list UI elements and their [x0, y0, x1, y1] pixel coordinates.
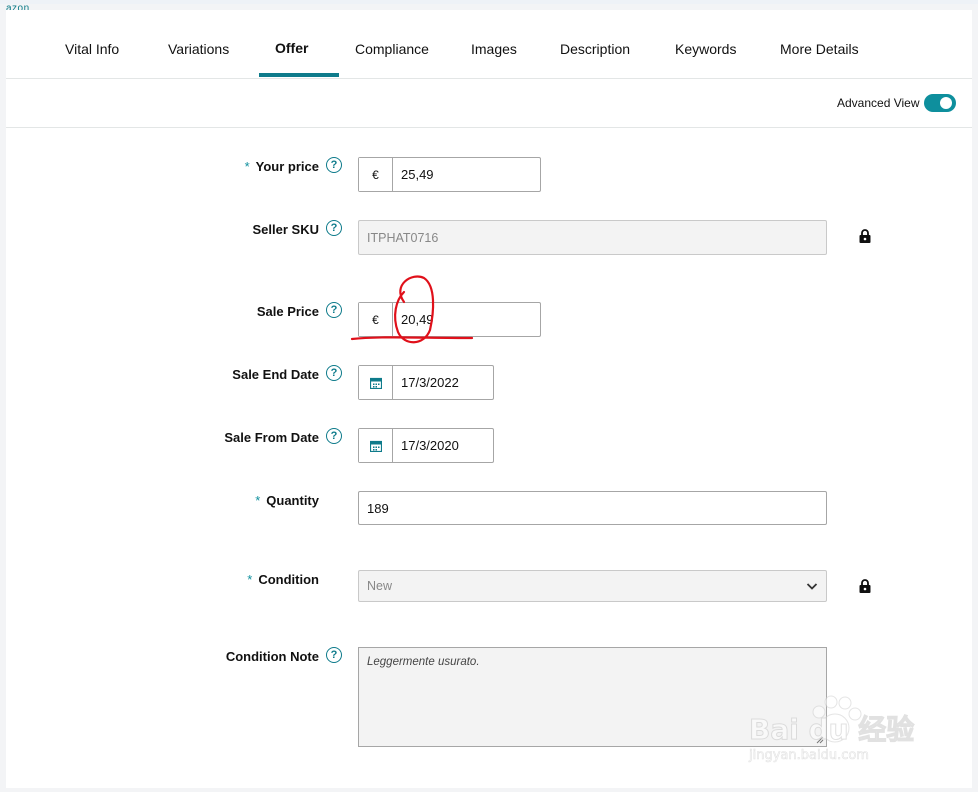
seller-sku-label: Seller SKU	[252, 222, 319, 237]
toggle-knob	[940, 97, 952, 109]
required-marker: *	[247, 572, 253, 587]
sale-from-date-field: 17/3/2020	[358, 428, 494, 463]
listing-form-card: Vital Info Variations Offer Compliance I…	[6, 10, 972, 788]
watermark-brand: Bai du 经验	[748, 713, 915, 747]
calendar-button[interactable]	[359, 366, 393, 399]
tab-images[interactable]: Images	[471, 41, 517, 57]
calendar-button[interactable]	[359, 429, 393, 462]
sale-end-date-field: 17/3/2022	[358, 365, 494, 400]
sale-end-date-label: Sale End Date	[232, 367, 319, 382]
tab-description[interactable]: Description	[560, 41, 630, 57]
tab-offer[interactable]: Offer	[275, 40, 308, 56]
seller-sku-field: ITPHAT0716	[358, 220, 827, 255]
sale-from-date-label: Sale From Date	[224, 430, 319, 445]
sale-price-input[interactable]: 20,49	[393, 303, 540, 336]
required-marker: *	[244, 159, 250, 174]
top-strip	[0, 0, 978, 4]
help-icon[interactable]: ?	[326, 157, 342, 173]
active-tab-indicator	[259, 73, 339, 77]
quantity-label: * Quantity	[255, 493, 319, 508]
sale-price-label: Sale Price	[256, 304, 319, 319]
help-icon[interactable]: ?	[326, 302, 342, 318]
chevron-down-icon	[806, 583, 818, 590]
your-price-input[interactable]: 25,49	[393, 158, 540, 191]
advanced-view-toggle[interactable]	[924, 94, 956, 112]
your-price-field: € 25,49	[358, 157, 541, 192]
tab-keywords[interactable]: Keywords	[675, 41, 736, 57]
help-icon[interactable]: ?	[326, 647, 342, 663]
help-icon[interactable]: ?	[326, 365, 342, 381]
calendar-icon	[369, 440, 382, 452]
seller-sku-input[interactable]: ITPHAT0716	[359, 221, 826, 254]
condition-label: * Condition	[247, 572, 319, 587]
watermark-url: jingyan.baidu.com	[749, 748, 870, 764]
quantity-field: 189	[358, 491, 827, 525]
your-price-label: * Your price	[244, 159, 319, 174]
tab-bar: Vital Info Variations Offer Compliance I…	[6, 10, 972, 78]
watermark: Bai du 经验 jingyan.baidu.com	[745, 690, 945, 785]
quantity-input[interactable]: 189	[359, 492, 826, 524]
lock-icon	[859, 579, 871, 593]
help-icon[interactable]: ?	[326, 428, 342, 444]
currency-prefix: €	[359, 158, 393, 191]
help-icon[interactable]: ?	[326, 220, 342, 236]
condition-select[interactable]: New	[358, 570, 827, 602]
sale-from-date-input[interactable]: 17/3/2020	[393, 429, 493, 462]
sale-price-field: € 20,49	[358, 302, 541, 337]
tab-more-details[interactable]: More Details	[780, 41, 859, 57]
toolbar-divider	[6, 127, 972, 128]
condition-note-label: Condition Note	[225, 649, 319, 664]
tab-vital-info[interactable]: Vital Info	[65, 41, 119, 57]
tabs-divider	[6, 78, 972, 79]
required-marker: *	[255, 493, 261, 508]
lock-icon	[859, 229, 871, 243]
condition-value: New	[367, 579, 393, 593]
condition-note-text: Leggermente usurato.	[367, 656, 480, 668]
tab-variations[interactable]: Variations	[168, 41, 229, 57]
advanced-view-label: Advanced View	[837, 96, 920, 110]
currency-prefix: €	[359, 303, 393, 336]
calendar-icon	[369, 377, 382, 389]
sale-end-date-input[interactable]: 17/3/2022	[393, 366, 493, 399]
tab-compliance[interactable]: Compliance	[355, 41, 429, 57]
